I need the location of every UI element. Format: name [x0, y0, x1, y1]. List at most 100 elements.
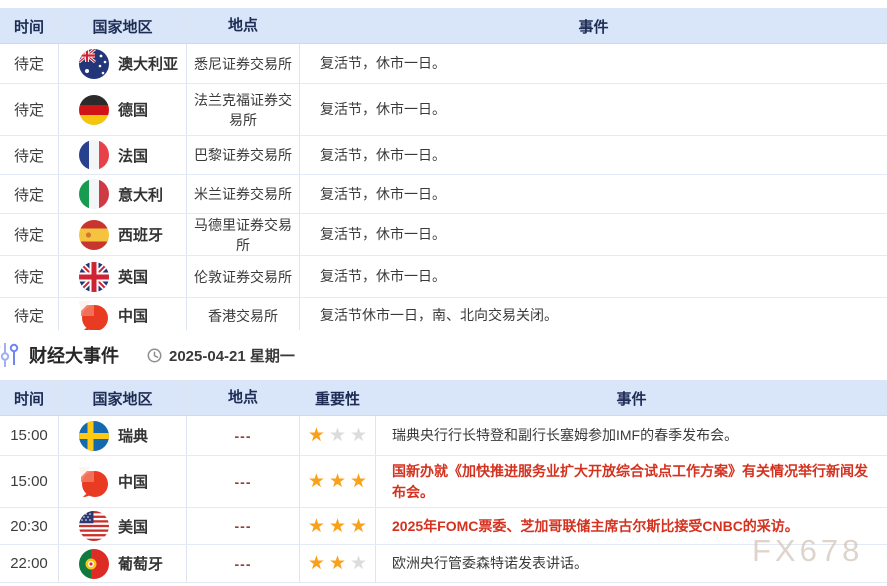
table-row: 22:00葡萄牙---★★★欧洲央行管委森特诺发表讲话。	[0, 545, 887, 583]
header-location: 地点	[187, 381, 300, 415]
star-filled-icon: ★	[308, 517, 325, 536]
country-cell: 葡萄牙	[59, 545, 187, 582]
star-empty-icon: ★	[350, 554, 367, 573]
table-row: 待定 英国 伦敦证券交易所复活节，休市一日。	[0, 256, 887, 298]
country-cell: 英国	[59, 256, 187, 297]
header-time: 时间	[0, 381, 59, 415]
uk-flag-icon	[79, 262, 109, 292]
time-cell: 15:00	[0, 416, 59, 455]
header-location: 地点	[187, 9, 300, 43]
event-cell: 瑞典央行行长特登和副行长塞姆参加IMF的春季发布会。	[376, 416, 887, 455]
country-cell: 中国	[59, 298, 187, 333]
country-name: 葡萄牙	[118, 553, 163, 574]
events-table-body: 15:00瑞典---★★★瑞典央行行长特登和副行长塞姆参加IMF的春季发布会。1…	[0, 416, 887, 583]
event-cell: 复活节，休市一日。	[300, 256, 887, 297]
event-cell: 欧洲央行管委森特诺发表讲话。	[376, 545, 887, 582]
header-time: 时间	[0, 9, 59, 43]
table-row: 20:30美国---★★★2025年FOMC票委、芝加哥联储主席古尔斯比接受CN…	[0, 508, 887, 545]
location-cell: ---	[187, 416, 300, 455]
location-cell: ---	[187, 508, 300, 544]
china-flag-icon	[79, 467, 109, 497]
header-country: 国家地区	[59, 381, 187, 415]
star-filled-icon: ★	[308, 426, 325, 445]
country-cell: 瑞典	[59, 416, 187, 455]
star-empty-icon: ★	[350, 426, 367, 445]
header-event: 事件	[376, 381, 887, 415]
germany-flag-icon	[79, 95, 109, 125]
section-date: 2025-04-21 星期一	[169, 345, 295, 366]
event-cell: 复活节，休市一日。	[300, 84, 887, 135]
header-importance: 重要性	[300, 381, 376, 415]
importance-cell: ★★★	[300, 416, 376, 455]
clock-icon	[147, 348, 162, 363]
event-cell: 复活节，休市一日。	[300, 175, 887, 213]
location-cell: 巴黎证券交易所	[187, 136, 300, 174]
location-cell: 伦敦证券交易所	[187, 256, 300, 297]
time-cell: 待定	[0, 256, 59, 297]
table-row: 待定意大利米兰证券交易所复活节，休市一日。	[0, 175, 887, 214]
time-cell: 待定	[0, 214, 59, 255]
country-name: 英国	[118, 266, 148, 287]
event-cell: 国新办就《加快推进服务业扩大开放综合试点工作方案》有关情况举行新闻发布会。	[376, 456, 887, 507]
location-cell: 马德里证券交易所	[187, 214, 300, 255]
header-country: 国家地区	[59, 9, 187, 43]
star-empty-icon: ★	[329, 426, 346, 445]
sweden-flag-icon	[79, 421, 109, 451]
table-row: 15:00 中国 ---★★★国新办就《加快推进服务业扩大开放综合试点工作方案》有关…	[0, 456, 887, 508]
country-name: 中国	[118, 305, 148, 326]
australia-flag-icon	[79, 49, 109, 79]
country-cell: 美国	[59, 508, 187, 544]
star-filled-icon: ★	[350, 517, 367, 536]
location-cell: 悉尼证券交易所	[187, 44, 300, 83]
country-name: 西班牙	[118, 224, 163, 245]
country-name: 美国	[118, 516, 148, 537]
country-cell: 意大利	[59, 175, 187, 213]
time-cell: 20:30	[0, 508, 59, 544]
event-cell: 复活节，休市一日。	[300, 44, 887, 83]
country-cell: 澳大利亚	[59, 44, 187, 83]
event-cell: 复活节，休市一日。	[300, 214, 887, 255]
header-event: 事件	[300, 9, 887, 43]
time-cell: 待定	[0, 136, 59, 174]
star-filled-icon: ★	[308, 554, 325, 573]
country-name: 法国	[118, 145, 148, 166]
country-cell: 西班牙	[59, 214, 187, 255]
table-row: 15:00瑞典---★★★瑞典央行行长特登和副行长塞姆参加IMF的春季发布会。	[0, 416, 887, 456]
country-cell: 法国	[59, 136, 187, 174]
table-row: 待定澳大利亚悉尼证券交易所复活节，休市一日。	[0, 44, 887, 84]
importance-cell: ★★★	[300, 456, 376, 507]
star-filled-icon: ★	[350, 472, 367, 491]
time-cell: 待定	[0, 84, 59, 135]
importance-cell: ★★★	[300, 508, 376, 544]
events-table: 时间 国家地区 地点 重要性 事件 15:00瑞典---★★★瑞典央行行长特登和…	[0, 380, 887, 583]
location-cell: 米兰证券交易所	[187, 175, 300, 213]
section-title: 财经大事件	[29, 342, 119, 368]
importance-cell: ★★★	[300, 545, 376, 582]
country-name: 中国	[118, 471, 148, 492]
china-flag-icon	[79, 301, 109, 331]
events-section-icon	[0, 339, 19, 371]
country-name: 德国	[118, 99, 148, 120]
country-name: 意大利	[118, 184, 163, 205]
france-flag-icon	[79, 140, 109, 170]
star-filled-icon: ★	[329, 472, 346, 491]
time-cell: 15:00	[0, 456, 59, 507]
country-name: 澳大利亚	[118, 53, 178, 74]
section-header: 财经大事件 2025-04-21 星期一	[0, 330, 887, 380]
star-filled-icon: ★	[329, 517, 346, 536]
location-cell: 法兰克福证券交易所	[187, 84, 300, 135]
holiday-table-body: 待定澳大利亚悉尼证券交易所复活节，休市一日。待定德国法兰克福证券交易所复活节，休…	[0, 44, 887, 334]
economic-calendar-page: 时间 国家地区 地点 事件 待定澳大利亚悉尼证券交易所复活节，休市一日。待定德国…	[0, 0, 887, 586]
holiday-table: 时间 国家地区 地点 事件 待定澳大利亚悉尼证券交易所复活节，休市一日。待定德国…	[0, 8, 887, 334]
event-cell: 复活节休市一日，南、北向交易关闭。	[300, 298, 887, 333]
usa-flag-icon	[79, 511, 109, 541]
star-filled-icon: ★	[329, 554, 346, 573]
italy-flag-icon	[79, 179, 109, 209]
location-cell: ---	[187, 545, 300, 582]
country-cell: 中国	[59, 456, 187, 507]
location-cell: ---	[187, 456, 300, 507]
location-cell: 香港交易所	[187, 298, 300, 333]
events-table-header-row: 时间 国家地区 地点 重要性 事件	[0, 380, 887, 416]
table-row: 待定中国香港交易所复活节休市一日，南、北向交易关闭。	[0, 298, 887, 334]
country-name: 瑞典	[118, 425, 148, 446]
